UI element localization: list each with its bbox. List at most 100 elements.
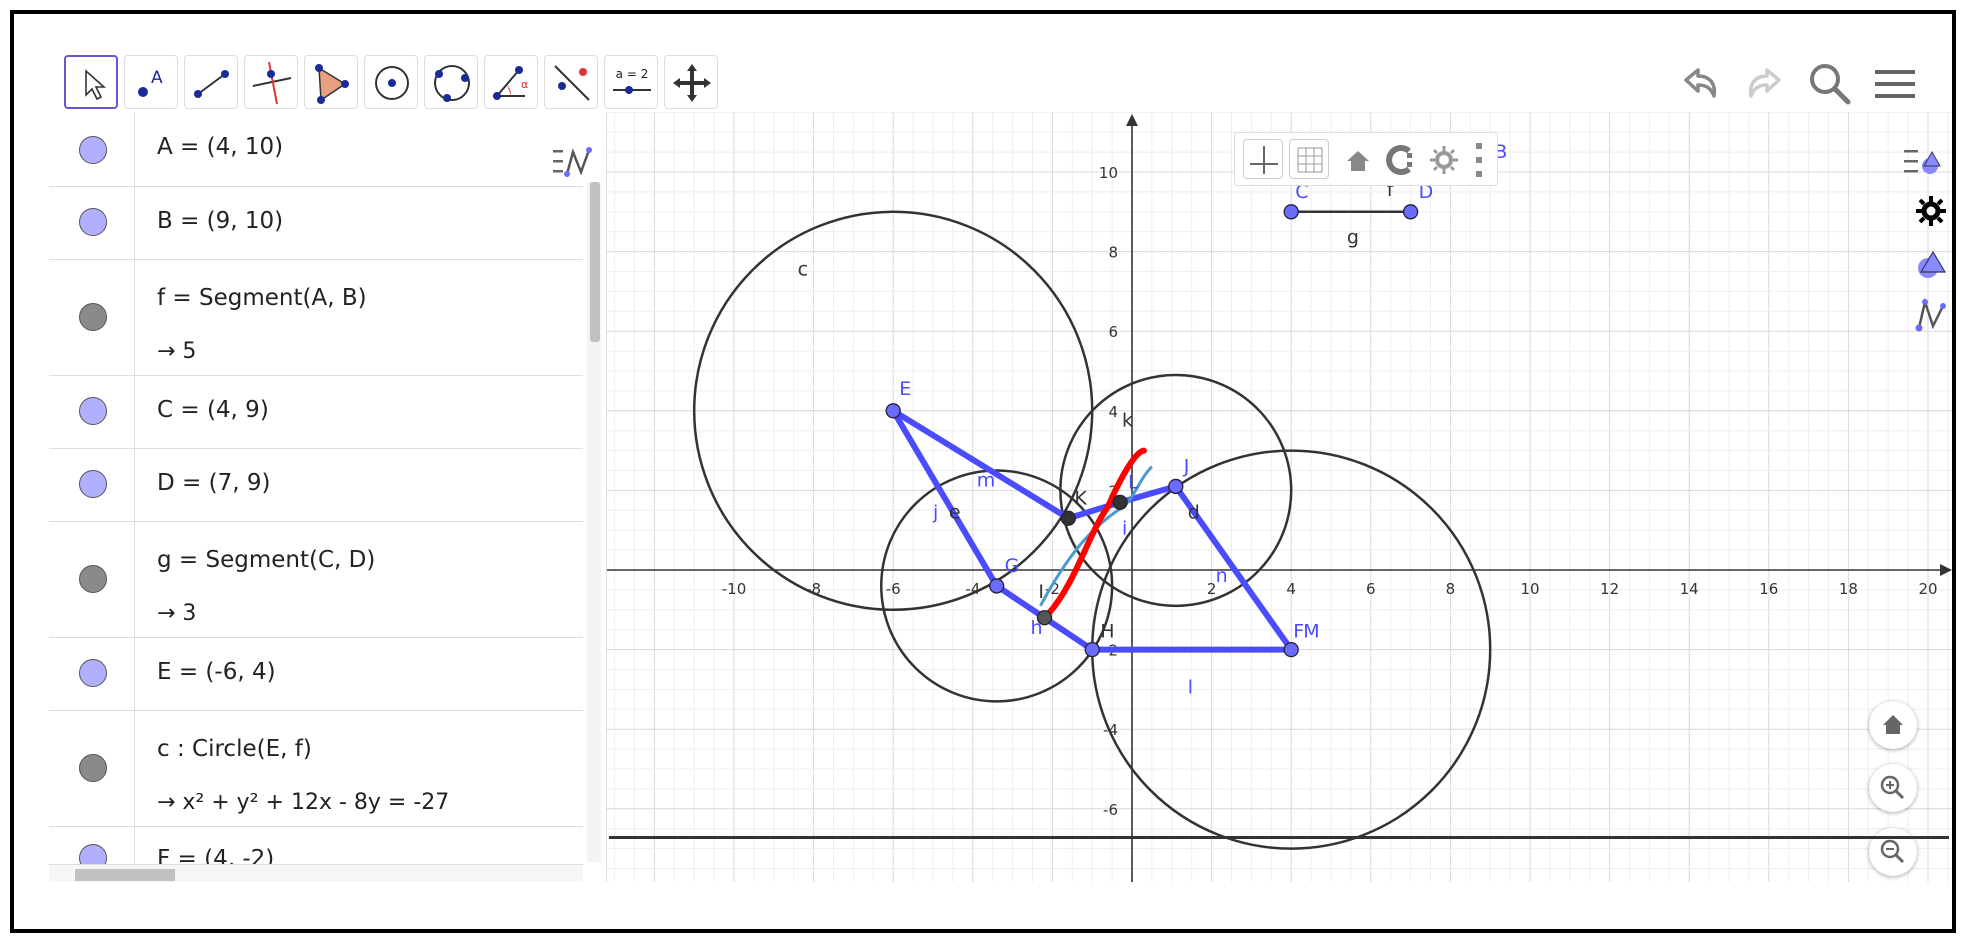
point-F[interactable] <box>1283 641 1299 658</box>
algebra-row[interactable]: D = (7, 9) ··· <box>49 448 597 522</box>
redo-icon[interactable] <box>1739 58 1791 110</box>
visibility-toggle[interactable] <box>79 470 107 498</box>
algebra-row[interactable]: f = Segment(A, B) → 5 ··· <box>49 259 597 376</box>
point-I[interactable] <box>1112 494 1128 510</box>
algebra-definition[interactable]: D = (7, 9) <box>157 470 270 496</box>
algebra-horizontal-scrollbar[interactable] <box>49 864 583 882</box>
x-axis-arrow[interactable] <box>1940 564 1952 576</box>
menu-icon[interactable] <box>1869 58 1921 110</box>
algebra-definition[interactable]: A = (4, 10) <box>157 134 283 160</box>
point-D[interactable] <box>1402 204 1419 220</box>
point-H[interactable] <box>1084 641 1100 658</box>
algebra-row[interactable]: C = (4, 9) ··· <box>49 375 597 449</box>
object-properties-icon[interactable] <box>1911 246 1951 282</box>
algebra-row[interactable]: B = (9, 10) ··· <box>49 186 597 260</box>
undo-icon[interactable] <box>1674 58 1726 110</box>
settings-icon[interactable] <box>1914 194 1948 228</box>
segment-hg[interactable] <box>993 582 1048 621</box>
move-graphics-view-tool[interactable] <box>664 55 718 109</box>
algebra-value: → 5 <box>157 339 197 364</box>
x-tick-label: 6 <box>1366 580 1376 598</box>
visibility-toggle[interactable] <box>79 754 107 782</box>
circle-center-point-tool[interactable] <box>364 55 418 109</box>
point-label-E: E <box>899 378 911 400</box>
x-tick-label: 20 <box>1918 580 1937 598</box>
geogebra-app: A α a = 2 A = (4, 10) B = (9, 10) f = Se… <box>49 46 1954 919</box>
algebra-row[interactable]: A = (4, 10) <box>49 112 583 187</box>
segment-icon <box>194 70 229 98</box>
angle-tool[interactable]: α <box>484 55 538 109</box>
point-E[interactable] <box>885 403 901 419</box>
visibility-toggle[interactable] <box>79 565 107 593</box>
circle-three-points-icon <box>434 65 470 102</box>
slider-icon: a = 2 <box>613 67 651 94</box>
algebra-definition[interactable]: E = (-6, 4) <box>157 659 276 685</box>
point-label-i: i <box>1122 517 1127 539</box>
slider-tool[interactable]: a = 2 <box>604 55 658 109</box>
window-frame: A α a = 2 A = (4, 10) B = (9, 10) f = Se… <box>10 10 1956 933</box>
algebra-row[interactable]: c : Circle(E, f) → x² + y² + 12x - 8y = … <box>49 710 597 827</box>
scrollbar-thumb[interactable] <box>75 869 175 881</box>
circle-three-points-tool[interactable] <box>424 55 478 109</box>
angle-tool-label: α <box>521 78 528 91</box>
object-label-m: m <box>977 469 996 491</box>
graphics-view-toggle-icon[interactable] <box>1902 142 1950 182</box>
settings-icon[interactable] <box>1427 143 1461 177</box>
point-label-M: M <box>1303 621 1319 643</box>
home-icon[interactable] <box>1343 145 1373 175</box>
polygon-tool[interactable] <box>304 55 358 109</box>
visibility-toggle[interactable] <box>79 208 107 236</box>
search-icon[interactable] <box>1804 58 1856 110</box>
function-inspector-icon[interactable] <box>1911 296 1951 336</box>
point-label-J: J <box>1183 455 1190 477</box>
grid-toggle[interactable] <box>1289 139 1329 179</box>
visibility-toggle[interactable] <box>79 397 107 425</box>
visibility-toggle[interactable] <box>79 659 107 687</box>
point-K[interactable] <box>1060 510 1076 526</box>
segment-tool[interactable] <box>184 55 238 109</box>
perpendicular-line-tool[interactable] <box>244 55 298 109</box>
object-label-d: d <box>1188 501 1200 523</box>
algebra-definition[interactable]: B = (9, 10) <box>157 208 283 234</box>
standard-view-button[interactable] <box>1869 701 1917 749</box>
algebra-view: A = (4, 10) B = (9, 10) ··· f = Segment(… <box>49 112 607 882</box>
point-J[interactable] <box>1168 478 1184 495</box>
point-C[interactable] <box>1283 204 1299 220</box>
algebra-definition[interactable]: C = (4, 9) <box>157 397 269 423</box>
algebra-definition[interactable]: g = Segment(C, D) <box>157 547 375 573</box>
algebra-definition[interactable]: c : Circle(E, f) <box>157 736 312 762</box>
reflect-tool[interactable] <box>544 55 598 109</box>
point-label-k: k <box>1122 410 1133 432</box>
segment-m[interactable] <box>890 407 1072 522</box>
angle-icon: α <box>493 66 528 100</box>
scrollbar-thumb[interactable] <box>590 182 600 342</box>
point-capture-icon[interactable] <box>1383 143 1417 177</box>
polygon-icon <box>315 64 349 104</box>
point-label-G: G <box>1005 555 1020 577</box>
point-G[interactable] <box>989 578 1005 594</box>
axes-toggle[interactable] <box>1243 139 1283 179</box>
home-icon <box>1883 715 1903 734</box>
algebra-vertical-scrollbar[interactable] <box>587 182 601 862</box>
algebra-row[interactable]: g = Segment(C, D) → 3 ··· <box>49 521 597 638</box>
toolbar: A α a = 2 <box>49 46 1952 112</box>
x-tick-label: 14 <box>1680 580 1699 598</box>
visibility-toggle[interactable] <box>79 136 107 164</box>
point-tool[interactable]: A <box>124 55 178 109</box>
algebra-row[interactable]: E = (-6, 4) ··· <box>49 637 597 711</box>
y-axis-arrow[interactable] <box>1126 114 1138 126</box>
segment-h[interactable] <box>1041 614 1096 653</box>
algebra-definition[interactable]: f = Segment(A, B) <box>157 285 367 311</box>
move-tool[interactable] <box>64 55 118 109</box>
cursor-arrow-icon <box>85 69 107 101</box>
x-tick-label: 8 <box>1446 580 1456 598</box>
graphics-canvas[interactable]: -10-8-6-4-22468101214161820108642-2-4-6-… <box>607 112 1954 882</box>
algebra-view-toggle-icon[interactable] <box>551 144 599 184</box>
graphics-view[interactable]: -10-8-6-4-22468101214161820108642-2-4-6-… <box>607 112 1954 882</box>
graphics-style-bar <box>1234 132 1498 186</box>
segment-j[interactable] <box>890 407 1000 589</box>
object-label-g: g <box>1347 227 1359 249</box>
zoom-in-button[interactable] <box>1869 764 1917 812</box>
more-options-icon[interactable] <box>1471 141 1487 179</box>
visibility-toggle[interactable] <box>79 303 107 331</box>
